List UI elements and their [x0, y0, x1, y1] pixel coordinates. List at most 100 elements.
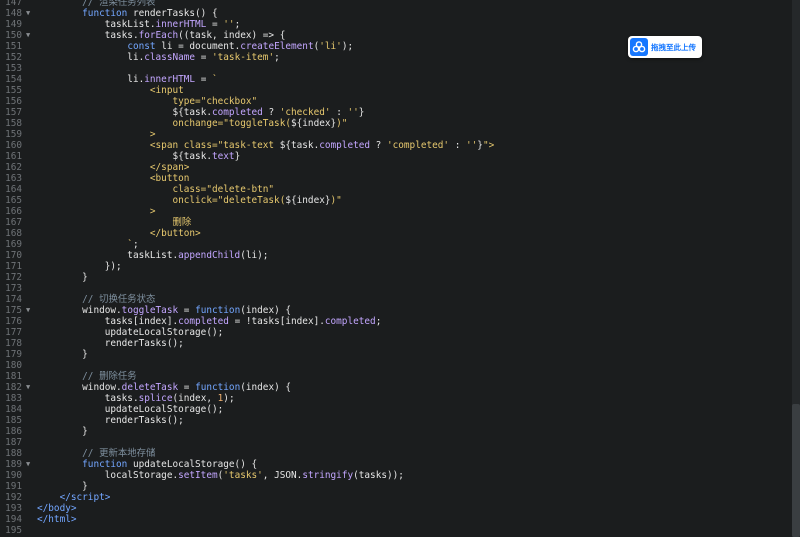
scrollbar-thumb[interactable] — [792, 404, 800, 537]
code-line[interactable]: 176 tasks[index].completed = !tasks[inde… — [0, 316, 790, 327]
code-line[interactable]: 181 // 删除任务 — [0, 371, 790, 382]
code-line[interactable]: 170 taskList.appendChild(li); — [0, 250, 790, 261]
code-text: renderTasks(); — [37, 415, 184, 426]
code-line[interactable]: 192 </script> — [0, 492, 790, 503]
code-line[interactable]: 162 </span> — [0, 162, 790, 173]
code-line[interactable]: 165 onclick="deleteTask(${index})" — [0, 195, 790, 206]
code-line[interactable]: 191 } — [0, 481, 790, 492]
code-text: <span class="task-text ${task.completed … — [37, 140, 495, 151]
fold-toggle-icon[interactable]: ▼ — [26, 382, 30, 393]
code-line[interactable]: 166 > — [0, 206, 790, 217]
line-number: 185 — [5, 415, 22, 426]
code-line[interactable]: 184 updateLocalStorage(); — [0, 404, 790, 415]
code-text: 删除 — [37, 217, 192, 228]
line-number: 150 — [5, 30, 22, 41]
line-number: 189 — [5, 459, 22, 470]
line-number: 151 — [5, 41, 22, 52]
code-line[interactable]: 172 } — [0, 272, 790, 283]
code-line[interactable]: 179 } — [0, 349, 790, 360]
code-text: window.toggleTask = function(index) { — [37, 305, 292, 316]
code-line[interactable]: 163 <button — [0, 173, 790, 184]
code-line[interactable]: 194 </html> — [0, 514, 790, 525]
code-line[interactable]: 155 <input — [0, 85, 790, 96]
line-number: 174 — [5, 294, 22, 305]
fold-toggle-icon[interactable]: ▼ — [26, 8, 30, 19]
code-text: }); — [37, 261, 122, 272]
line-number: 193 — [5, 503, 22, 514]
code-line[interactable]: 167 删除 — [0, 217, 790, 228]
code-line[interactable]: 186 } — [0, 426, 790, 437]
code-line[interactable]: 195 — [0, 525, 790, 536]
line-number: 163 — [5, 173, 22, 184]
code-text: > — [37, 129, 156, 140]
code-text: } — [37, 349, 88, 360]
code-line[interactable]: 193 </body> — [0, 503, 790, 514]
fold-toggle-icon[interactable]: ▼ — [26, 305, 30, 316]
line-number: 148 — [5, 8, 22, 19]
code-line[interactable]: 159 > — [0, 129, 790, 140]
code-line[interactable]: 190 localStorage.setItem('tasks', JSON.s… — [0, 470, 790, 481]
code-line[interactable]: 156 type="checkbox" — [0, 96, 790, 107]
code-line[interactable]: 168 </button> — [0, 228, 790, 239]
fold-toggle-icon[interactable]: ▼ — [26, 459, 30, 470]
code-text: class="delete-btn" — [37, 184, 275, 195]
code-text: window.deleteTask = function(index) { — [37, 382, 292, 393]
code-line[interactable]: 177 updateLocalStorage(); — [0, 327, 790, 338]
code-text: li.className = 'task-item'; — [37, 52, 280, 63]
line-number: 157 — [5, 107, 22, 118]
code-text: onclick="deleteTask(${index})" — [37, 195, 342, 206]
code-line[interactable]: 169 `; — [0, 239, 790, 250]
code-text: </span> — [37, 162, 190, 173]
line-number: 149 — [5, 19, 22, 30]
line-number: 186 — [5, 426, 22, 437]
line-number: 169 — [5, 239, 22, 250]
code-text: updateLocalStorage(); — [37, 327, 224, 338]
code-text: tasks[index].completed = !tasks[index].c… — [37, 316, 382, 327]
drag-upload-button[interactable]: 拖拽至此上传 — [628, 36, 702, 58]
line-number: 153 — [5, 63, 22, 74]
line-number: 170 — [5, 250, 22, 261]
code-line[interactable]: 171 }); — [0, 261, 790, 272]
line-number: 184 — [5, 404, 22, 415]
line-number: 165 — [5, 195, 22, 206]
code-text: `; — [37, 239, 139, 250]
code-line[interactable]: 183 tasks.splice(index, 1); — [0, 393, 790, 404]
code-text: taskList.innerHTML = ''; — [37, 19, 241, 30]
code-line[interactable]: 157 ${task.completed ? 'checked' : ''} — [0, 107, 790, 118]
code-line[interactable]: 185 renderTasks(); — [0, 415, 790, 426]
line-number: 155 — [5, 85, 22, 96]
code-line[interactable]: 187 — [0, 437, 790, 448]
code-line[interactable]: 147 // 渲染任务列表 — [0, 0, 790, 8]
code-line[interactable]: 178 renderTasks(); — [0, 338, 790, 349]
cloud-upload-icon — [630, 38, 648, 56]
code-line[interactable]: 164 class="delete-btn" — [0, 184, 790, 195]
code-line[interactable]: 173 — [0, 283, 790, 294]
code-line[interactable]: 175 ▼ window.toggleTask = function(index)… — [0, 305, 790, 316]
code-line[interactable]: 188 // 更新本地存储 — [0, 448, 790, 459]
line-number: 176 — [5, 316, 22, 327]
code-line[interactable]: 153 — [0, 63, 790, 74]
code-text: ${task.text} — [172, 151, 241, 162]
code-line[interactable]: 182 ▼ window.deleteTask = function(index)… — [0, 382, 790, 393]
code-line[interactable]: 174 // 切换任务状态 — [0, 294, 790, 305]
code-text: // 渲染任务列表 — [82, 0, 156, 8]
code-line[interactable]: 160 <span class="task-text ${task.comple… — [0, 140, 790, 151]
line-number: 158 — [5, 118, 22, 129]
line-number: 178 — [5, 338, 22, 349]
code-line[interactable]: 154 li.innerHTML = ` — [0, 74, 790, 85]
code-line[interactable]: 158 onchange="toggleTask(${index})" — [0, 118, 790, 129]
code-line[interactable]: 149 taskList.innerHTML = ''; — [0, 19, 790, 30]
code-text: onchange="toggleTask(${index})" — [37, 118, 348, 129]
line-number: 181 — [5, 371, 22, 382]
line-number: 162 — [5, 162, 22, 173]
code-line[interactable]: 189 ▼ function updateLocalStorage() { — [0, 459, 790, 470]
code-line[interactable]: 180 — [0, 360, 790, 371]
code-text: const li = document.createElement('li'); — [127, 41, 354, 52]
code-editor[interactable]: 147 // 渲染任务列表 148 ▼ function renderTasks()… — [0, 0, 792, 537]
code-line[interactable]: 161 ${task.text} — [0, 151, 790, 162]
fold-toggle-icon[interactable]: ▼ — [26, 30, 30, 41]
line-number: 179 — [5, 349, 22, 360]
code-text: // 切换任务状态 — [82, 294, 156, 305]
line-number: 182 — [5, 382, 22, 393]
code-line[interactable]: 148 ▼ function renderTasks() { — [0, 8, 790, 19]
